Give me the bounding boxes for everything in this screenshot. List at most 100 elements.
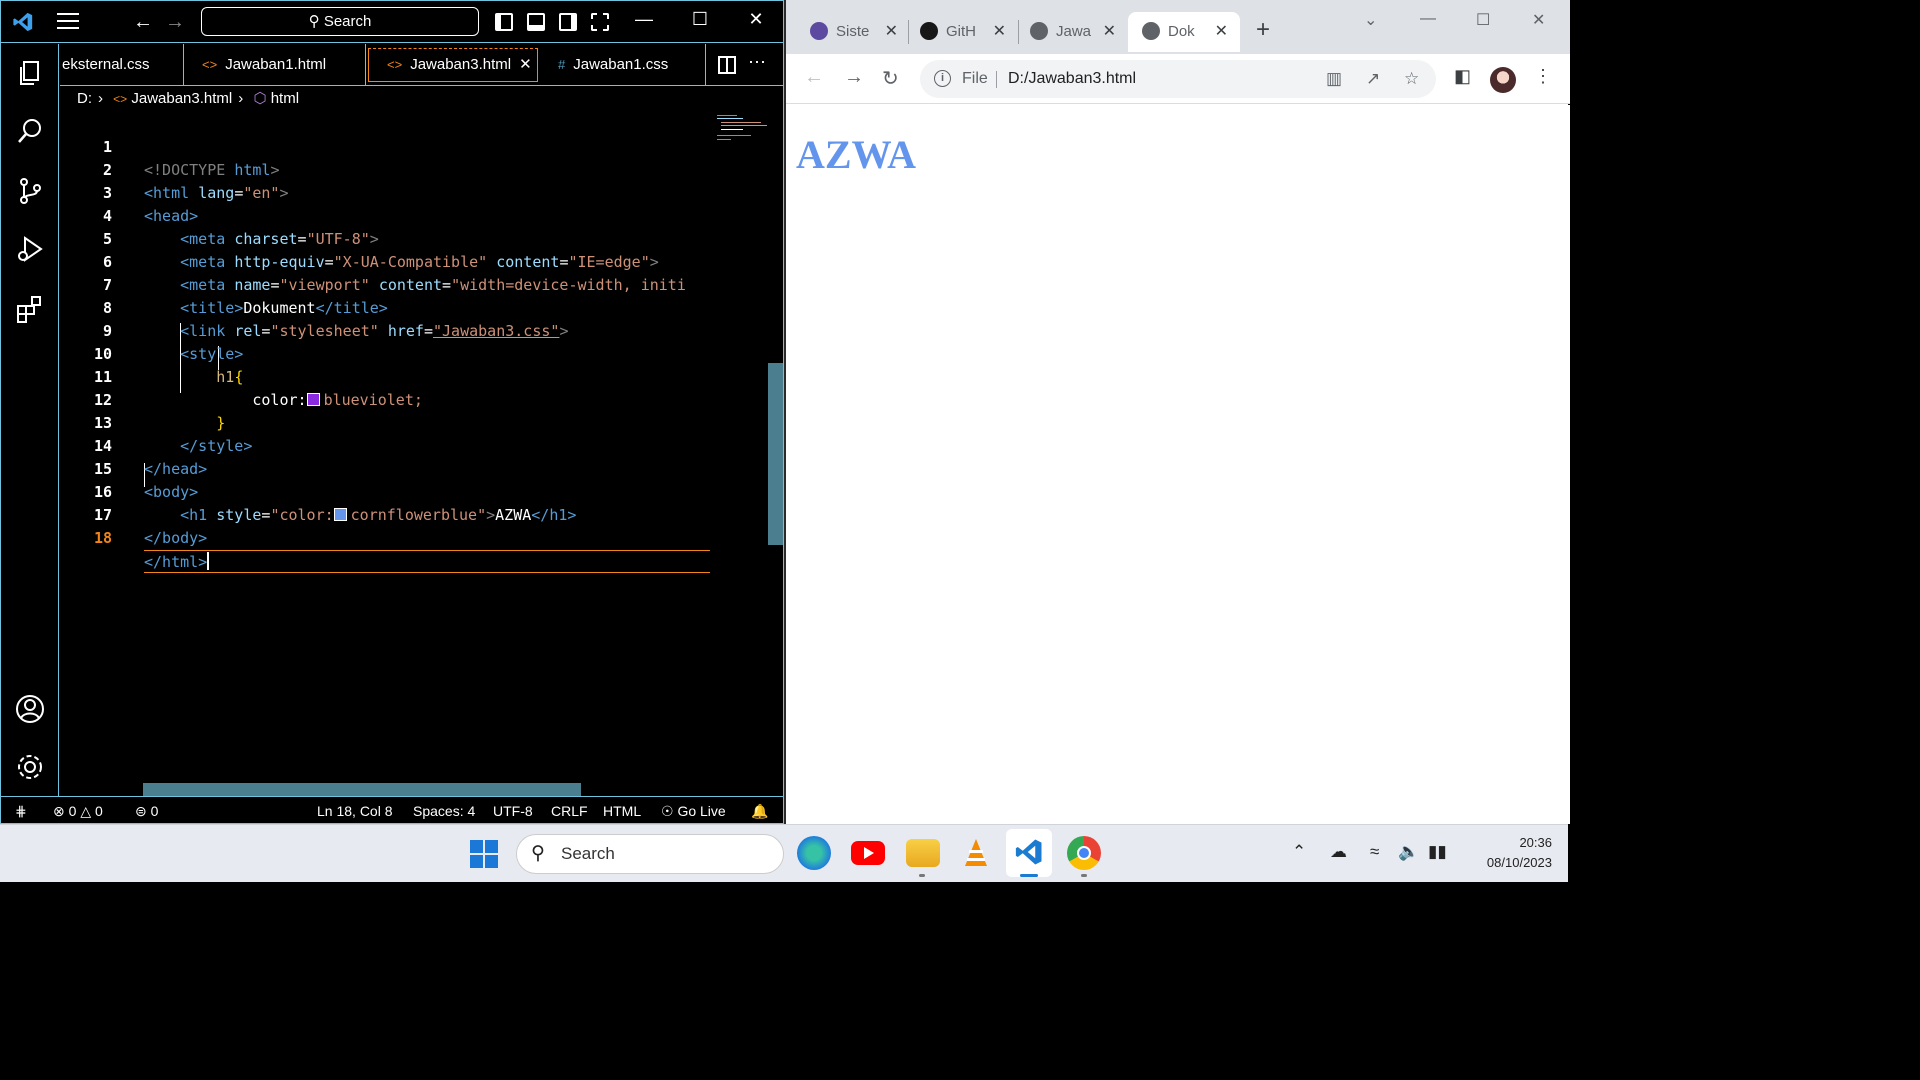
tab-search-icon[interactable]: ⌄ xyxy=(1364,10,1377,30)
minimize-button[interactable]: — xyxy=(629,9,659,30)
reload-icon[interactable]: ↻ xyxy=(882,66,899,91)
encoding-indicator[interactable]: UTF-8 xyxy=(493,803,533,819)
taskbar-search[interactable]: ⚲ Search xyxy=(516,834,784,874)
volume-icon[interactable]: 🔈 xyxy=(1398,842,1419,862)
clock[interactable]: 20:36 08/10/2023 xyxy=(1462,833,1552,873)
breadcrumb-symbol[interactable]: html xyxy=(271,90,299,107)
indentation-indicator[interactable]: Spaces: 4 xyxy=(413,803,475,819)
tab-jawaban1-html[interactable]: <> Jawaban1.html xyxy=(184,44,366,86)
close-button[interactable]: ✕ xyxy=(741,9,771,30)
scrollbar-thumb[interactable] xyxy=(768,363,783,545)
bookmark-star-icon[interactable]: ☆ xyxy=(1404,60,1419,98)
onedrive-icon[interactable]: ☁ xyxy=(1330,842,1347,862)
close-button[interactable]: ✕ xyxy=(1532,10,1545,30)
browser-tab-active[interactable]: Dok ✕ xyxy=(1128,12,1240,52)
share-icon[interactable]: ↗ xyxy=(1366,60,1380,98)
menu-kebab-icon[interactable]: ⋮ xyxy=(1534,66,1552,87)
file-explorer-icon[interactable] xyxy=(906,839,940,867)
search-icon[interactable] xyxy=(15,116,45,146)
vertical-scrollbar[interactable] xyxy=(768,113,783,795)
eol-indicator[interactable]: CRLF xyxy=(551,803,588,819)
split-editor-icon[interactable] xyxy=(718,56,736,74)
code-editor[interactable]: 1 <!DOCTYPE html> 2 <html lang="en"> 3 <… xyxy=(60,113,768,795)
forward-arrow-icon[interactable]: → xyxy=(844,66,864,89)
forward-arrow-icon[interactable]: → xyxy=(165,11,185,34)
close-tab-icon[interactable]: ✕ xyxy=(1103,12,1116,52)
globe-icon xyxy=(1030,22,1048,40)
customize-layout-icon[interactable] xyxy=(591,13,609,31)
breadcrumb-drive[interactable]: D: xyxy=(77,90,92,107)
toggle-panel-icon[interactable] xyxy=(527,13,545,31)
taskbar: ⚲ Search ⌃ ☁ ≈ 🔈 ▮▮ 20:36 08/10/2023 xyxy=(0,824,1568,882)
source-control-icon[interactable] xyxy=(15,176,45,206)
vscode-window: ← → ⚲ Search — ☐ ✕ eksternal.css <> Jawa… xyxy=(0,0,784,824)
layout-controls xyxy=(495,13,609,31)
battery-icon[interactable]: ▮▮ xyxy=(1428,842,1447,862)
code-line: 15 <body> xyxy=(60,435,768,501)
browser-tab[interactable]: Jawa ✕ xyxy=(1030,12,1116,52)
side-panel-icon[interactable]: ◧ xyxy=(1454,66,1471,87)
run-debug-icon[interactable] xyxy=(15,234,45,264)
explorer-icon[interactable] xyxy=(15,58,45,88)
go-live-button[interactable]: ☉ Go Live xyxy=(661,803,726,820)
close-tab-icon[interactable]: ✕ xyxy=(885,12,898,52)
horizontal-scrollbar[interactable] xyxy=(143,783,581,796)
youtube-icon[interactable] xyxy=(851,841,885,865)
language-mode[interactable]: HTML xyxy=(603,803,641,819)
close-tab-icon[interactable]: ✕ xyxy=(993,12,1006,52)
code-line: 17 </body> xyxy=(60,481,768,547)
code-line: 10 h1{ xyxy=(60,320,768,386)
vscode-taskbar-button[interactable] xyxy=(1006,829,1052,877)
translate-icon[interactable]: ▥ xyxy=(1326,60,1342,98)
edge-icon[interactable] xyxy=(797,836,831,870)
chevron-right-icon: › xyxy=(238,90,244,107)
code-line: 1 <!DOCTYPE html> xyxy=(60,113,768,179)
bell-icon[interactable]: 🔔 xyxy=(751,803,768,820)
windows-start-icon[interactable] xyxy=(470,840,498,868)
chrome-window: Siste ✕ GitH ✕ Jawa ✕ Dok ✕ + ⌄ — ☐ ✕ ← … xyxy=(784,0,1570,824)
back-arrow-icon[interactable]: ← xyxy=(804,66,824,89)
extensions-icon[interactable] xyxy=(15,294,45,324)
breadcrumb-file[interactable]: Jawaban3.html xyxy=(131,90,232,107)
code-line: 11 color: blueviolet; xyxy=(60,343,768,409)
accounts-icon[interactable] xyxy=(15,694,45,724)
browser-tab[interactable]: GitH ✕ xyxy=(920,12,1006,52)
info-icon[interactable]: i xyxy=(934,70,951,87)
page-content: AZWA xyxy=(786,105,1570,824)
more-actions-icon[interactable]: ⋯ xyxy=(748,52,766,73)
minimap[interactable] xyxy=(717,113,767,143)
toggle-secondary-sidebar-icon[interactable] xyxy=(559,13,577,31)
vlc-icon[interactable] xyxy=(959,836,993,870)
wifi-icon[interactable]: ≈ xyxy=(1370,842,1379,862)
status-bar: ⋕ ⊗ 0 △ 0 ⊜ 0 Ln 18, Col 8 Spaces: 4 UTF… xyxy=(1,796,783,824)
chrome-toolbar: ← → ↻ i File D:/Jawaban3.html ▥ ↗ ☆ ◧ ⋮ xyxy=(786,54,1570,104)
code-token: </html> xyxy=(144,553,208,571)
problems-indicator[interactable]: ⊗ 0 △ 0 xyxy=(53,803,103,820)
new-tab-button[interactable]: + xyxy=(1256,16,1270,44)
cursor-position[interactable]: Ln 18, Col 8 xyxy=(317,803,393,819)
ports-indicator[interactable]: ⊜ 0 xyxy=(135,803,158,820)
chevron-up-icon[interactable]: ⌃ xyxy=(1292,842,1306,862)
remote-icon[interactable]: ⋕ xyxy=(15,803,27,820)
error-icon: ⊗ xyxy=(53,803,65,819)
address-bar[interactable]: i File D:/Jawaban3.html ▥ ↗ ☆ xyxy=(920,60,1436,98)
maximize-button[interactable]: ☐ xyxy=(685,9,715,30)
toggle-sidebar-icon[interactable] xyxy=(495,13,513,31)
back-arrow-icon[interactable]: ← xyxy=(133,11,153,34)
maximize-button[interactable]: ☐ xyxy=(1476,10,1490,30)
code-token: </body> xyxy=(144,529,208,547)
close-tab-icon[interactable]: ✕ xyxy=(519,56,532,73)
page-heading: AZWA xyxy=(796,132,917,177)
browser-tab[interactable]: Siste ✕ xyxy=(810,12,898,52)
menu-icon[interactable] xyxy=(57,13,79,31)
minimize-button[interactable]: — xyxy=(1420,10,1436,28)
tab-eksternal-css[interactable]: eksternal.css xyxy=(60,44,184,86)
chrome-icon[interactable] xyxy=(1067,836,1101,870)
avatar[interactable] xyxy=(1490,67,1516,93)
tab-jawaban1-css[interactable]: # Jawaban1.css xyxy=(540,44,706,86)
command-center-search[interactable]: ⚲ Search xyxy=(201,7,479,36)
tab-jawaban3-html[interactable]: <> Jawaban3.html ✕ xyxy=(368,48,538,82)
vscode-titlebar: ← → ⚲ Search — ☐ ✕ xyxy=(1,1,783,43)
gear-icon[interactable] xyxy=(15,752,45,782)
close-tab-icon[interactable]: ✕ xyxy=(1215,12,1228,52)
